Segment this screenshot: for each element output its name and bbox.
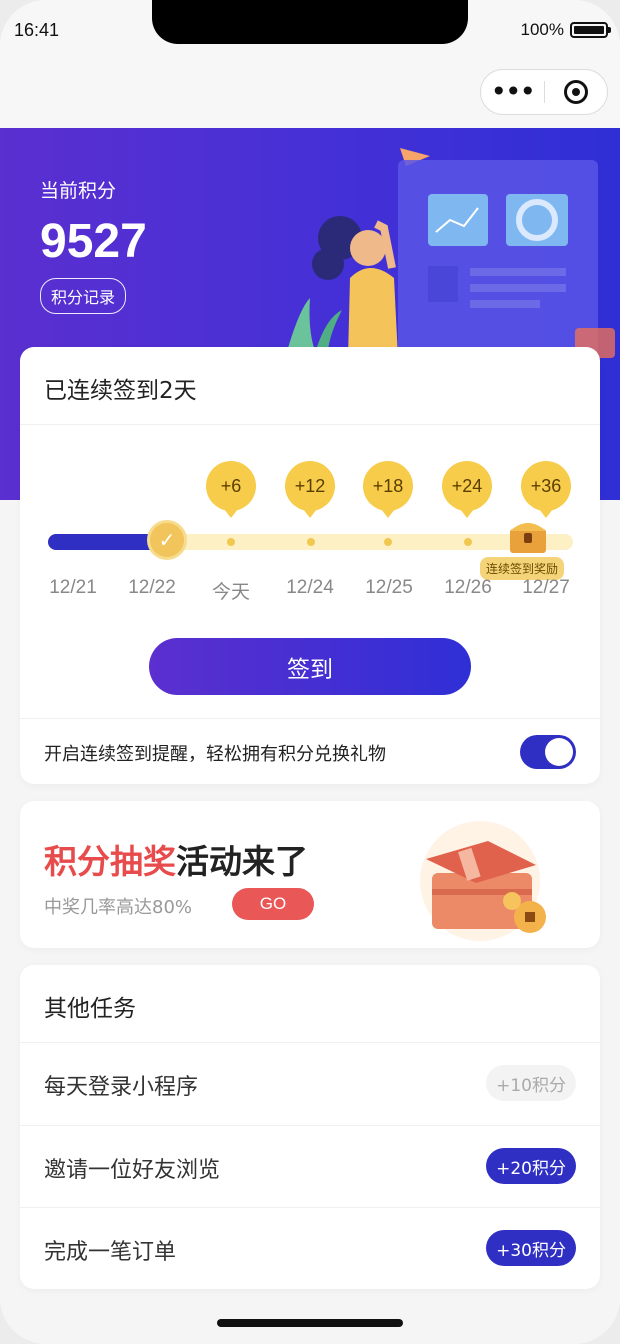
target-icon xyxy=(563,80,588,104)
checked-medal-icon: ✓ xyxy=(147,520,187,560)
battery-percent: 100% xyxy=(520,20,564,39)
lottery-go-button[interactable]: GO xyxy=(232,888,314,920)
bonus-bubble: +12 xyxy=(285,461,335,518)
bonus-bubble: +18 xyxy=(363,461,413,518)
more-icon[interactable]: ••• xyxy=(481,78,544,106)
points-value: 9527 xyxy=(40,215,147,268)
lottery-headline-highlight: 积分抽奖 xyxy=(44,842,176,881)
home-indicator[interactable] xyxy=(217,1319,403,1327)
bonus-bubble: +24 xyxy=(442,461,492,518)
battery-icon xyxy=(570,22,611,38)
close-target-button[interactable] xyxy=(545,80,608,104)
lottery-headline: 积分抽奖活动来了 xyxy=(44,835,308,883)
mini-program-capsule: ••• xyxy=(480,69,608,115)
points-label: 当前积分 xyxy=(40,180,117,202)
tasks-title: 其他任务 xyxy=(44,996,136,1022)
task-row: 完成一笔订单 +30积分 xyxy=(20,1207,600,1289)
reminder-toggle[interactable] xyxy=(520,735,576,769)
gift-box-icon xyxy=(420,821,546,941)
date-label: 12/21 xyxy=(49,577,97,598)
sign-in-button[interactable]: 签到 xyxy=(149,638,471,695)
checkin-divider xyxy=(20,718,600,719)
notch xyxy=(152,0,468,44)
status-bar: 16:41 100% xyxy=(0,0,620,60)
other-tasks-card: 其他任务 每天登录小程序 +10积分 邀请一位好友浏览 +20积分 完成一笔订单… xyxy=(20,965,600,1289)
treasure-chest-icon xyxy=(510,523,546,553)
date-label: 12/24 xyxy=(286,577,334,598)
progress-dot xyxy=(384,538,392,546)
task-reward-badge: +10积分 xyxy=(486,1065,576,1101)
hero-illustration xyxy=(288,148,615,358)
lottery-banner[interactable]: 积分抽奖活动来了 中奖几率高达80% GO xyxy=(20,801,600,948)
bonus-bubble: +36 xyxy=(521,461,571,518)
date-label: 12/25 xyxy=(365,577,413,598)
date-label: 12/22 xyxy=(128,577,176,598)
checkin-card: 已连续签到2天 +6 +12 +18 +24 +36 ✓ 连续签到奖励 12/2… xyxy=(20,347,600,784)
task-name: 完成一笔订单 xyxy=(44,1240,177,1265)
progress-dot xyxy=(464,538,472,546)
date-label: 今天 xyxy=(211,582,250,603)
task-row: 邀请一位好友浏览 +20积分 xyxy=(20,1125,600,1207)
task-name: 邀请一位好友浏览 xyxy=(44,1158,221,1183)
points-record-button[interactable]: 积分记录 xyxy=(40,278,127,314)
status-time: 16:41 xyxy=(14,20,60,40)
bonus-bubble: +6 xyxy=(206,461,256,518)
task-row: 每天登录小程序 +10积分 xyxy=(20,1042,600,1124)
task-reward-button[interactable]: +20积分 xyxy=(486,1148,576,1184)
lottery-headline-rest: 活动来了 xyxy=(176,842,308,881)
reminder-label: 开启连续签到提醒，轻松拥有积分兑换礼物 xyxy=(44,744,386,765)
task-reward-button[interactable]: +30积分 xyxy=(486,1230,576,1266)
progress-dot xyxy=(307,538,315,546)
checkin-streak-title: 已连续签到2天 xyxy=(44,378,197,404)
progress-dot xyxy=(227,538,235,546)
nav-bar: ••• xyxy=(0,60,620,128)
lottery-subtitle: 中奖几率高达80% xyxy=(44,897,193,918)
checkin-divider xyxy=(20,424,600,425)
task-name: 每天登录小程序 xyxy=(44,1075,199,1100)
date-label: 12/26 xyxy=(444,577,492,598)
battery-status: 100% xyxy=(520,20,611,40)
date-label: 12/27 xyxy=(522,577,570,598)
phone-screen: 16:41 100% ••• 当前积分 9527 积分记录 已连续签到2天 +6… xyxy=(0,0,620,1344)
